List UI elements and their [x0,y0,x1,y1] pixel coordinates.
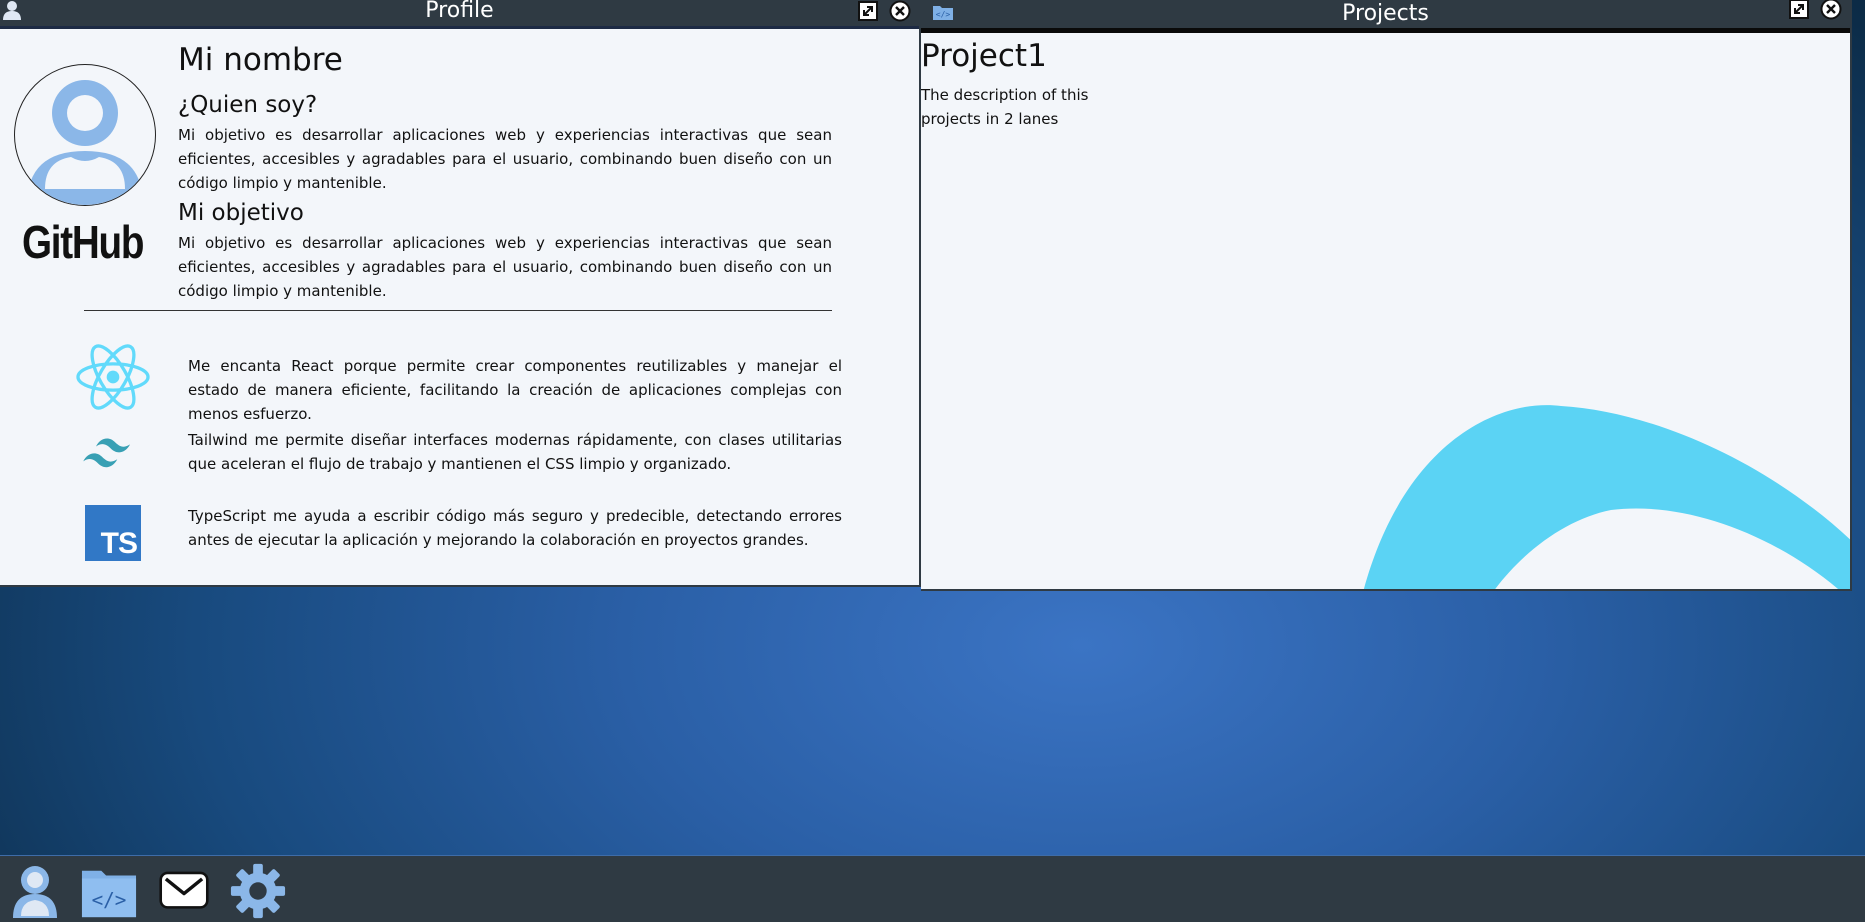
close-icon [1820,0,1842,20]
tech-text: TypeScript me ayuda a escribir código má… [188,507,842,549]
react-icon [74,342,152,412]
typescript-icon: TS [74,498,152,568]
decorative-swoosh [1364,405,1850,589]
projects-titlebar[interactable]: </> Projects [921,0,1850,33]
mail-icon [159,871,209,909]
maximize-icon [1789,0,1809,19]
svg-text:</>: </> [92,888,127,911]
projects-window: </> Projects Project1 The description of… [921,0,1852,591]
taskbar-projects-button[interactable]: </> [79,862,139,920]
tech-item-react: Me encanta React porque permite crear co… [70,342,842,423]
profile-name: Mi nombre [178,42,343,78]
close-button[interactable] [889,0,911,22]
window-title: Projects [1342,1,1429,26]
project-title[interactable]: Project1 [921,38,1047,74]
divider [84,310,832,311]
profile-window: Profile GitHub Mi nombre ¿Quien soy? Mi … [0,0,921,587]
close-button[interactable] [1820,0,1842,20]
maximize-button[interactable] [1788,0,1810,20]
avatar [14,64,156,206]
tech-item-typescript: TS TypeScript me ayuda a escribir código… [70,498,842,568]
tailwind-icon [74,420,152,490]
window-title: Profile [425,0,494,23]
about-heading: ¿Quien soy? [178,92,318,118]
taskbar: </> [0,855,1865,922]
goal-text: Mi objetivo es desarrollar aplicaciones … [178,234,832,300]
typescript-label: TS [100,527,138,560]
maximize-button[interactable] [857,0,879,22]
profile-icon [13,866,57,918]
taskbar-mail-button[interactable] [154,862,214,920]
maximize-icon [858,1,878,21]
tech-text: Me encanta React porque permite crear co… [188,357,842,423]
project-description: The description of this projects in 2 la… [921,86,1089,128]
close-icon [889,0,911,22]
tech-text: Tailwind me permite diseñar interfaces m… [188,431,842,473]
goal-heading: Mi objetivo [178,200,304,226]
tech-item-tailwind: Tailwind me permite diseñar interfaces m… [70,420,842,490]
profile-titlebar[interactable]: Profile [0,0,919,29]
settings-gear-icon [230,863,286,919]
github-logo[interactable]: GitHub [22,215,144,269]
projects-folder-icon: </> [81,870,137,918]
taskbar-settings-button[interactable] [228,862,288,920]
about-text: Mi objetivo es desarrollar aplicaciones … [178,126,832,192]
taskbar-profile-button[interactable] [5,862,65,920]
